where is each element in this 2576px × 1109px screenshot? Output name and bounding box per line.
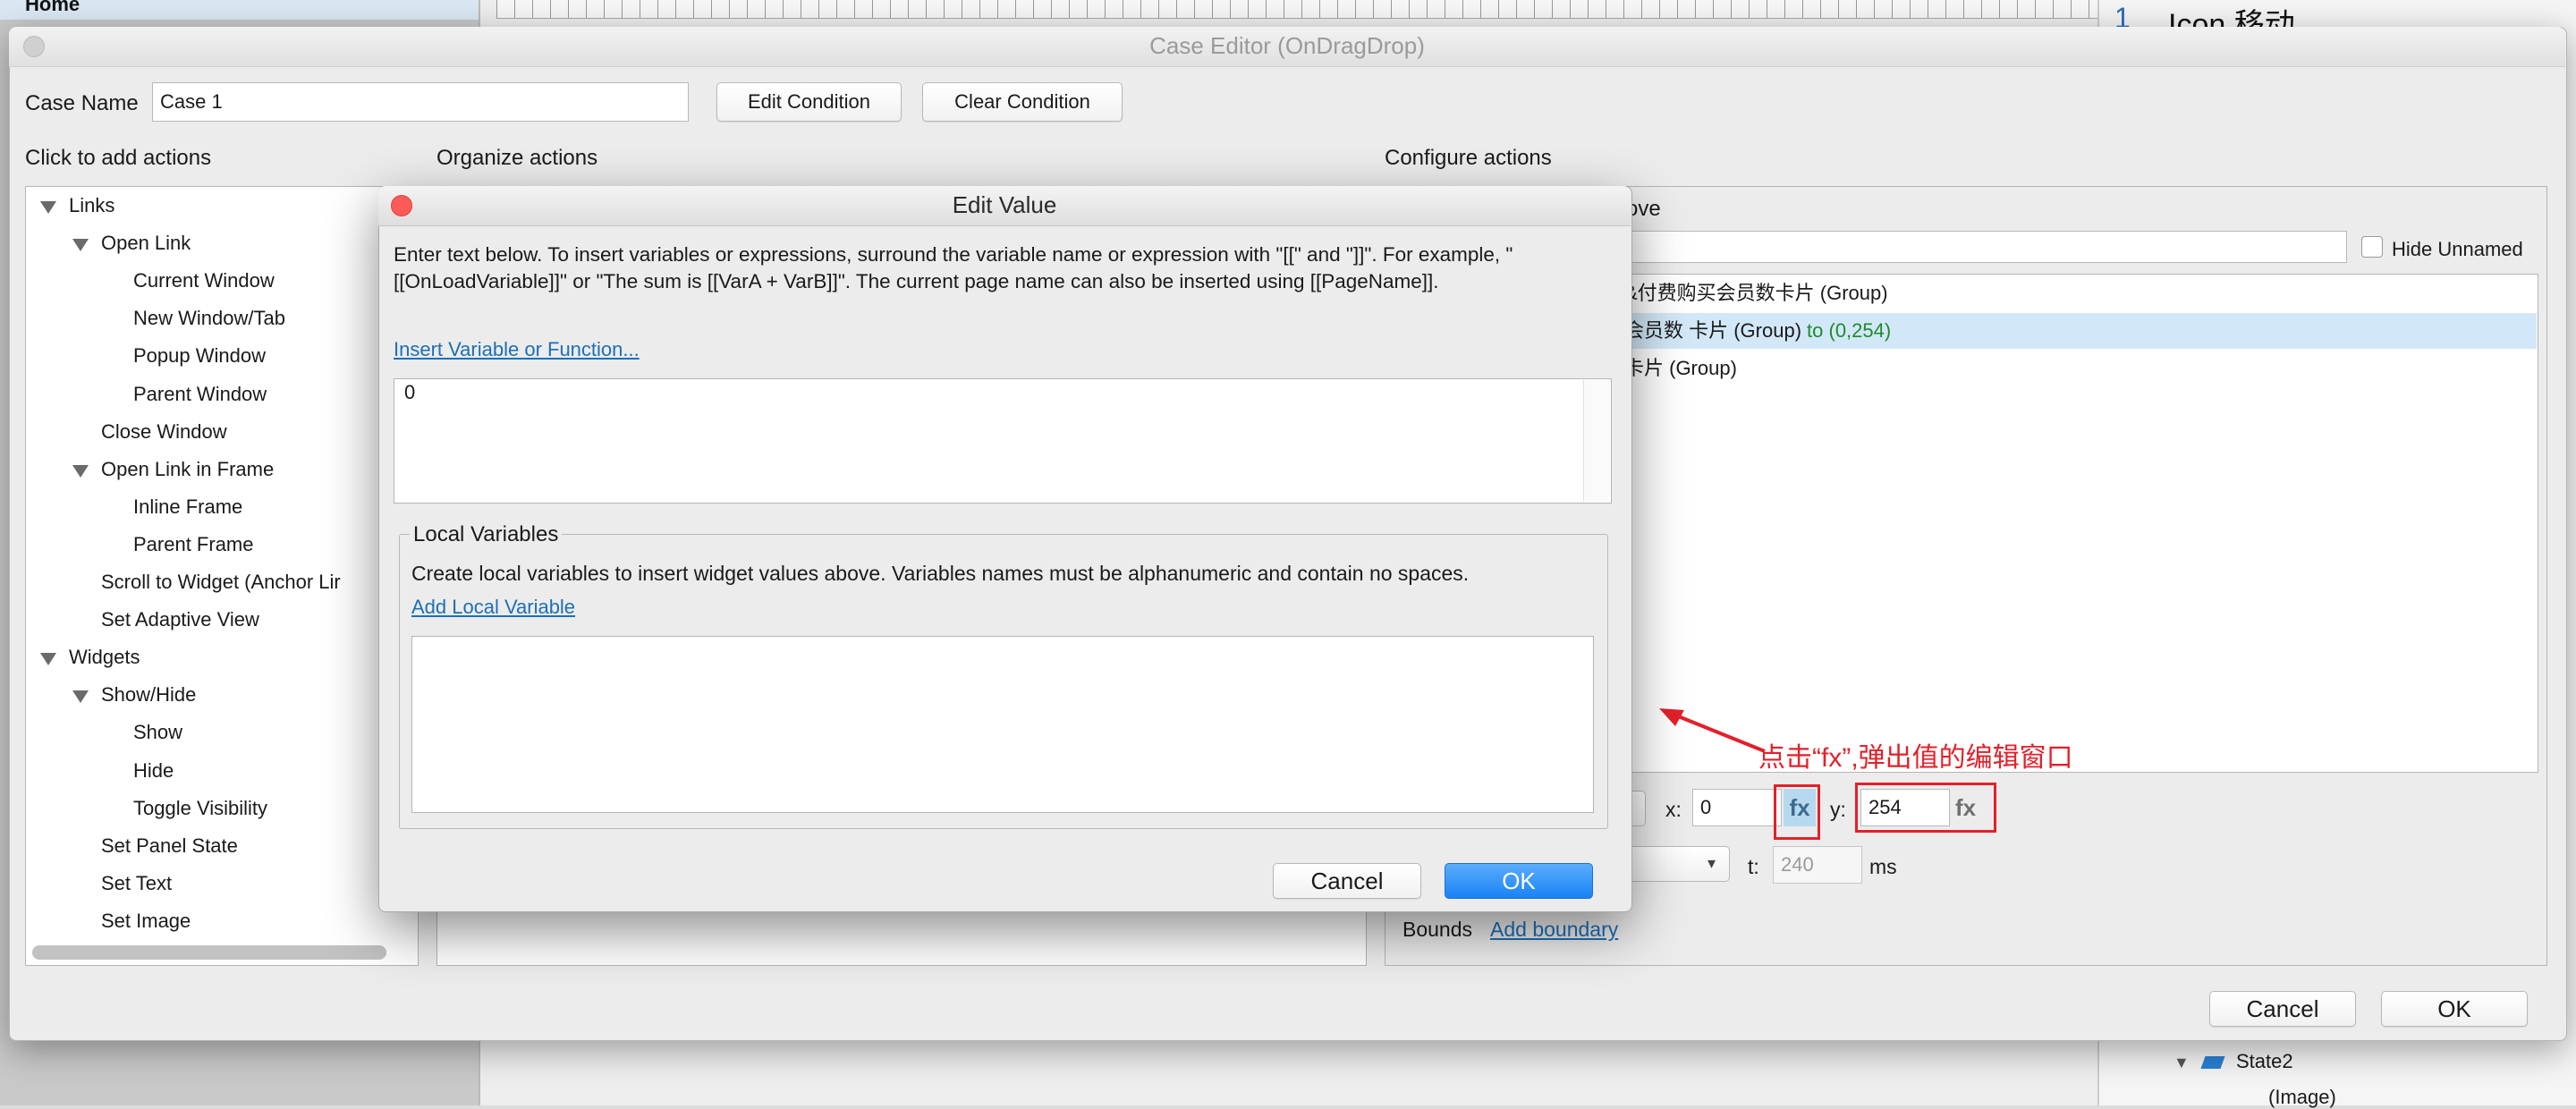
tree-item[interactable]: Set Adaptive View — [101, 608, 259, 631]
edit-value-title: Edit Value — [952, 191, 1057, 218]
tree-item[interactable]: Inline Frame — [133, 495, 242, 519]
expand-triangle-icon[interactable] — [72, 690, 89, 704]
background-ruler — [496, 0, 2097, 19]
widget-filter-input[interactable] — [1619, 231, 2347, 263]
y-label: y: — [1830, 798, 1846, 821]
edit-value-ok-button[interactable]: OK — [1445, 863, 1593, 899]
tree-item[interactable]: Links — [69, 194, 114, 217]
value-textarea[interactable] — [394, 378, 1612, 504]
case-name-input[interactable]: Case 1 — [152, 82, 689, 122]
tree-item[interactable]: Parent Frame — [133, 533, 254, 556]
add-local-variable-link[interactable]: Add Local Variable — [411, 596, 575, 619]
tree-item[interactable]: Set Panel State — [101, 834, 238, 858]
x-label: x: — [1665, 798, 1682, 821]
value-textarea-scrollbar[interactable] — [1583, 380, 1609, 502]
case-name-label: Case Name — [25, 91, 139, 115]
tree-item[interactable]: Widgets — [69, 646, 140, 669]
actions-tree-panel: Links Open Link Current Window New Window/T… — [25, 186, 419, 966]
duration-input[interactable]: 240 — [1773, 846, 1862, 884]
tree-item[interactable]: Scroll to Widget (Anchor Lir — [101, 571, 341, 594]
tree-item[interactable]: New Window/Tab — [133, 307, 285, 330]
add-actions-header: Click to add actions — [25, 146, 212, 170]
tree-item[interactable]: Hide — [133, 759, 174, 783]
case-ok-button[interactable]: OK — [2381, 991, 2528, 1027]
tree-item[interactable]: Parent Window — [133, 383, 267, 406]
expand-triangle-icon[interactable] — [72, 239, 89, 252]
tree-item[interactable]: Toggle Visibility — [133, 797, 267, 820]
annotation-box-y — [1855, 783, 1996, 833]
annotation-arrow-icon — [1659, 708, 1766, 753]
local-variables-list[interactable] — [411, 636, 1594, 813]
background-home-item: Home — [25, 0, 80, 15]
annotation-box-x-fx — [1774, 784, 1820, 840]
tree-item[interactable]: Set Text — [101, 872, 172, 895]
widget-row-label: &付费购买会员数卡片 (Group) — [1624, 282, 1888, 304]
value-text: 0 — [404, 381, 416, 403]
tree-horizontal-scrollbar[interactable] — [32, 945, 386, 960]
local-variables-title: Local Variables — [410, 522, 563, 547]
organize-actions-header: Organize actions — [436, 146, 598, 170]
tree-item[interactable]: Popup Window — [133, 344, 266, 368]
edit-value-description: Enter text below. To insert variables or… — [394, 243, 1513, 292]
case-editor-title: Case Editor (OnDragDrop) — [1149, 32, 1425, 59]
tree-item[interactable]: Open Link in Frame — [101, 458, 274, 481]
tree-item[interactable]: Show — [133, 721, 182, 744]
widget-row[interactable]: &付费购买会员数卡片 (Group) — [1621, 275, 2537, 311]
tree-item[interactable]: Close Window — [101, 420, 227, 444]
edit-value-cancel-button[interactable]: Cancel — [1273, 863, 1421, 899]
bounds-label: Bounds — [1402, 918, 1473, 941]
case-cancel-button[interactable]: Cancel — [2209, 991, 2356, 1027]
tree-item[interactable]: Set Image — [101, 910, 191, 933]
x-input[interactable]: 0 — [1692, 789, 1782, 826]
expand-triangle-icon[interactable] — [72, 464, 89, 478]
annotation-text: 点击“fx”,弹出值的编辑窗口 — [1758, 743, 2073, 773]
tree-item[interactable]: Current Window — [133, 269, 275, 292]
add-boundary-link[interactable]: Add boundary — [1490, 918, 1618, 942]
hide-unnamed-label: Hide Unnamed — [2392, 238, 2523, 260]
widget-row[interactable]: 卡片 (Group) — [1621, 351, 2537, 386]
state2-expand-icon[interactable]: ▼ — [2174, 1054, 2190, 1072]
widget-row-label: 卡片 (Group) — [1624, 357, 1737, 379]
state2-item[interactable]: State2 — [2236, 1050, 2293, 1073]
widget-row-target: to (0,254) — [1807, 319, 1892, 342]
edit-condition-button[interactable]: Edit Condition — [716, 82, 902, 122]
local-variables-description: Create local variables to insert widget … — [411, 562, 1470, 585]
ms-label: ms — [1869, 855, 1897, 878]
insert-variable-link[interactable]: Insert Variable or Function... — [394, 338, 640, 361]
tree-item[interactable]: Open Link — [101, 232, 191, 255]
expand-triangle-icon[interactable] — [40, 201, 56, 214]
hide-unnamed-checkbox[interactable] — [2361, 236, 2383, 258]
chevron-down-icon: ▾ — [1707, 854, 1716, 872]
configure-actions-header: Configure actions — [1385, 146, 1552, 170]
widget-row[interactable]: 会员数 卡片 (Group) to (0,254) — [1621, 313, 2537, 349]
image-item[interactable]: (Image) — [2268, 1086, 2336, 1109]
tree-item[interactable]: Show/Hide — [101, 683, 196, 707]
clear-condition-button[interactable]: Clear Condition — [922, 82, 1123, 122]
expand-triangle-icon[interactable] — [40, 653, 56, 666]
widget-row-label: 会员数 卡片 (Group) — [1624, 319, 1802, 342]
t-label: t: — [1748, 855, 1759, 878]
